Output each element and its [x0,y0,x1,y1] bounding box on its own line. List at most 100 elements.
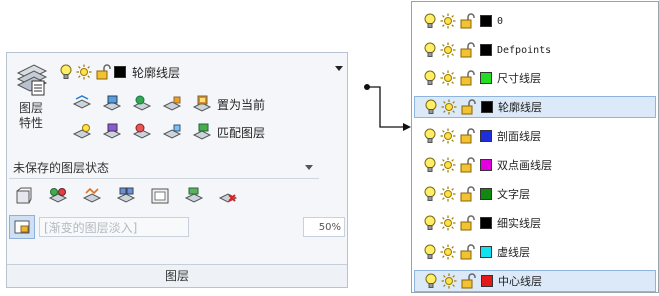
unlock-icon[interactable] [460,99,476,115]
layer-color-swatch[interactable] [480,159,492,171]
layer-list-item[interactable]: 双点画线层 [414,154,656,176]
layer-color-swatch[interactable] [480,44,492,56]
layer-merge-button[interactable] [115,186,137,206]
layer-color-swatch[interactable] [480,130,492,142]
layer-state-icons [423,128,475,144]
chevron-down-icon[interactable] [335,66,343,71]
layer-list-item[interactable]: 轮廓线层 [414,96,656,118]
layer-state-icons [424,99,476,115]
new-layer-button[interactable] [13,186,35,206]
sun-icon[interactable] [440,157,456,173]
make-current-label[interactable]: 置为当前 [217,96,265,113]
layer-freeze-button[interactable] [131,94,153,114]
layer-list-item[interactable]: 细实线层 [414,212,656,234]
layer-lock-button[interactable] [161,94,183,114]
layer-unlock-button[interactable] [161,122,183,142]
unlock-icon[interactable] [95,64,111,80]
layer-list-item[interactable]: Defpoints [414,39,656,61]
current-layer-name: 轮廓线层 [132,65,181,80]
current-layer-color-swatch[interactable] [114,66,126,78]
lightbulb-icon[interactable] [424,99,438,115]
unlock-icon[interactable] [459,13,475,29]
layer-isolate-button[interactable] [101,94,123,114]
layer-dropdown[interactable]: 轮廓线层 [59,59,345,85]
sun-icon[interactable] [441,99,457,115]
unlock-icon[interactable] [460,273,476,289]
layer-list-item[interactable]: 中心线层 [414,270,656,292]
sun-icon[interactable] [440,13,456,29]
current-layer-state-icons [59,64,126,80]
layer-isolate-icon [102,95,122,111]
unlock-icon[interactable] [459,244,475,260]
sun-icon[interactable] [440,186,456,202]
unlock-icon[interactable] [459,42,475,58]
sun-icon[interactable] [440,42,456,58]
layer-color-swatch[interactable] [480,15,492,27]
layer-previous-button[interactable] [183,186,205,206]
lightbulb-icon[interactable] [423,70,437,86]
lightbulb-icon[interactable] [423,244,437,260]
layer-name: 双点画线层 [497,159,552,172]
lightbulb-icon[interactable] [423,215,437,231]
unlock-icon[interactable] [459,128,475,144]
lightbulb-icon[interactable] [59,64,73,80]
layer-name: 尺寸线层 [497,72,541,85]
layer-unisolate-button[interactable] [101,122,123,142]
lightbulb-icon[interactable] [423,13,437,29]
layer-thaw-button[interactable] [131,122,153,142]
make-current-button[interactable] [191,94,213,114]
sun-icon[interactable] [440,244,456,260]
layer-color-swatch[interactable] [481,275,493,287]
sun-icon[interactable] [440,70,456,86]
layer-walk-icon [82,187,102,203]
layer-state-dropdown[interactable]: 未保存的图层状态 [9,157,319,179]
new-layer-icon [16,187,32,204]
lock-fade-button[interactable] [9,215,35,239]
locked-layer-fade-slider[interactable]: [渐变的图层淡入] [39,217,189,237]
layer-state-icons [423,157,475,173]
layer-name: 文字层 [497,188,530,201]
match-layer-label[interactable]: 匹配图层 [217,124,265,141]
layer-on-button[interactable] [71,122,93,142]
unlock-icon[interactable] [459,215,475,231]
layer-properties-button[interactable]: 图层 特性 [11,59,51,151]
unlock-icon[interactable] [459,186,475,202]
sun-icon[interactable] [440,128,456,144]
unlock-icon[interactable] [459,70,475,86]
lightbulb-icon[interactable] [423,157,437,173]
layer-color-swatch[interactable] [480,72,492,84]
lightbulb-icon[interactable] [423,128,437,144]
layer-tools-row-2: 匹配图层 [71,121,265,143]
lightbulb-icon[interactable] [423,42,437,58]
layer-off-button[interactable] [71,94,93,114]
lightbulb-icon[interactable] [423,186,437,202]
layer-color-swatch[interactable] [480,246,492,258]
layer-name: 轮廓线层 [498,101,542,114]
layer-list-item[interactable]: 文字层 [414,183,656,205]
layer-list-item[interactable]: 0 [414,10,656,32]
layer-viewport-button[interactable] [149,186,171,206]
layer-state-icons [424,273,476,289]
layer-name: 0 [497,15,504,27]
copy-to-layer-button[interactable] [47,186,69,206]
layer-list-item[interactable]: 剖面线层 [414,125,656,147]
layer-list-item[interactable]: 尺寸线层 [414,67,656,89]
sun-icon[interactable] [76,64,92,80]
layer-unisolate-icon [102,123,122,139]
fade-percent-field[interactable]: 50% [303,217,345,237]
lightbulb-icon[interactable] [424,273,438,289]
layer-thaw-icon [132,123,152,139]
layer-color-swatch[interactable] [480,217,492,229]
sun-icon[interactable] [441,273,457,289]
layer-color-swatch[interactable] [480,188,492,200]
layer-list-item[interactable]: 虚线层 [414,241,656,263]
chevron-down-icon[interactable] [305,165,313,170]
layer-walk-button[interactable] [81,186,103,206]
layer-delete-button[interactable] [217,186,239,206]
locked-layer-fade-icon [14,220,30,234]
match-layer-button[interactable] [191,122,213,142]
layer-color-swatch[interactable] [481,101,493,113]
sun-icon[interactable] [440,215,456,231]
layer-state-icons [423,13,475,29]
unlock-icon[interactable] [459,157,475,173]
